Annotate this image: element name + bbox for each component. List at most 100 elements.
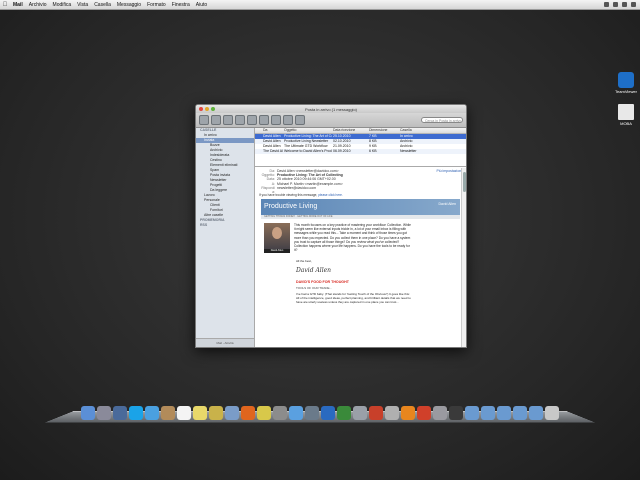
trash-icon[interactable] (545, 406, 559, 420)
forward-button[interactable] (259, 115, 269, 125)
firefox-icon[interactable] (241, 406, 255, 420)
menu-item-messaggio[interactable]: Messaggio (114, 2, 144, 8)
menu-bar:  MailArchivioModificaVistaCasellaMessag… (0, 0, 640, 10)
message-row[interactable]: The David Allen Co.Welcome to David Alle… (255, 149, 466, 154)
new-message-button[interactable] (271, 115, 281, 125)
safari-icon[interactable] (145, 406, 159, 420)
photoshop-icon[interactable] (321, 406, 335, 420)
mail-window: Posta in arrivo (1 messaggio) Cerca in P… (195, 104, 467, 348)
david-allen-logo[interactable]: David Allen (438, 202, 456, 206)
message-cell (255, 149, 262, 154)
wifi-icon[interactable] (604, 2, 609, 7)
junk-button[interactable] (223, 115, 233, 125)
desktop-folder-icon[interactable] (513, 406, 527, 420)
section-subheading: TOOLS OF OUR TRADE... (296, 285, 333, 290)
mail-icon[interactable] (225, 406, 239, 420)
header-details-link[interactable]: Più impostazioni (437, 169, 462, 173)
message-cell (430, 149, 451, 154)
volume-icon[interactable] (613, 2, 618, 7)
search-input[interactable]: Cerca in Posta in arrivo (421, 117, 463, 123)
reply-all-button[interactable] (247, 115, 257, 125)
iphoto-icon[interactable] (305, 406, 319, 420)
notice-link[interactable]: please click here. (318, 193, 343, 197)
photo-caption: David Allen (264, 248, 290, 253)
newsletter-title: Productive Living (264, 202, 318, 210)
newsletter-intro: This month focuses on a key practice of … (294, 222, 411, 253)
skype-icon[interactable] (129, 406, 143, 420)
status-tray (604, 2, 640, 7)
address-book-icon[interactable] (161, 406, 175, 420)
system-preferences-icon[interactable] (273, 406, 287, 420)
title-bar[interactable]: Posta in arrivo (1 messaggio) (196, 105, 466, 113)
column-header[interactable]: Data ricezione (332, 128, 355, 133)
desktop-icon-label: TeamViewer (615, 89, 637, 94)
launchpad-icon[interactable] (97, 406, 111, 420)
applications-folder-icon[interactable] (465, 406, 479, 420)
menu-item-archivio[interactable]: Archivio (26, 2, 50, 8)
preview-icon[interactable] (353, 406, 367, 420)
spotlight-icon[interactable] (631, 2, 636, 7)
menu-item-casella[interactable]: Casella (91, 2, 114, 8)
grab-icon[interactable] (433, 406, 447, 420)
todo-button[interactable] (295, 115, 305, 125)
teamviewer-icon (618, 72, 634, 88)
dreamweaver-icon[interactable] (337, 406, 351, 420)
mission-control-icon[interactable] (113, 406, 127, 420)
itunes-icon[interactable] (289, 406, 303, 420)
reply-button[interactable] (235, 115, 245, 125)
newsletter-body: Productive Living David Allen GETTING TH… (261, 198, 460, 343)
chrome-icon[interactable] (257, 406, 271, 420)
vlc-icon[interactable] (401, 406, 415, 420)
author-photo: David Allen (264, 222, 290, 253)
message-list: Da Oggetto Data ricezione Dimensione Casella… (255, 128, 466, 167)
downloads-folder-icon[interactable] (497, 406, 511, 420)
column-header[interactable] (430, 128, 451, 133)
signature: David Allen (296, 266, 332, 274)
column-header[interactable]: Da (262, 128, 283, 133)
toolbar: Cerca in Posta in arrivo (196, 113, 466, 128)
column-header[interactable]: Dimensione (368, 128, 399, 133)
sidebar-section-header[interactable]: RSS (196, 223, 254, 228)
message-scrollbar[interactable] (461, 168, 466, 347)
message-cell: Newsletter (400, 149, 417, 153)
column-header[interactable] (355, 128, 368, 133)
message-cell: The David Allen Co. (263, 149, 283, 153)
newsletter-banner: Productive Living David Allen (261, 198, 460, 215)
desktop-icon-teamviewer[interactable]: TeamViewer (613, 72, 639, 94)
filezilla-icon[interactable] (417, 406, 431, 420)
delete-button[interactable] (211, 115, 221, 125)
stickies-icon[interactable] (209, 406, 223, 420)
automator-icon[interactable] (385, 406, 399, 420)
flash-icon[interactable] (369, 406, 383, 420)
reply-to-label: Rispondi a: (261, 185, 275, 194)
menu-item-vista[interactable]: Vista (74, 2, 91, 8)
stack-folder-icon[interactable] (529, 406, 543, 420)
message-cell: 6 KB (369, 149, 377, 153)
documents-folder-icon[interactable] (481, 406, 495, 420)
apple-icon[interactable]:  (0, 2, 10, 8)
menu-item-finestra[interactable]: Finestra (169, 2, 193, 8)
terminal-icon[interactable] (449, 406, 463, 420)
note-button[interactable] (283, 115, 293, 125)
notes-icon[interactable] (193, 406, 207, 420)
battery-icon[interactable] (622, 2, 627, 7)
sidebar-footer: Mail - Attività (196, 338, 254, 347)
column-header[interactable]: Casella (399, 128, 430, 133)
reply-to-value[interactable]: newsletter@davidco.com (277, 186, 316, 190)
menu-item-mail[interactable]: Mail (10, 2, 26, 8)
column-header[interactable] (255, 128, 262, 133)
message-cell: 06.09.2010 (333, 149, 351, 153)
menu-item-modifica[interactable]: Modifica (50, 2, 75, 8)
column-header[interactable]: Oggetto (283, 128, 332, 133)
finder-icon[interactable] (81, 406, 95, 420)
notice-text: If you have trouble viewing this message… (259, 192, 318, 197)
menu-item-aiuto[interactable]: Aiuto (193, 2, 210, 8)
message-header: Da: David Allen <newsletter@davidco.com> … (255, 167, 466, 194)
calendar-icon[interactable] (177, 406, 191, 420)
get-mail-button[interactable] (199, 115, 209, 125)
section-heading: DAVID'S FOOD FOR THOUGHT (296, 279, 349, 284)
desktop-icon-moba[interactable]: MOBA (613, 104, 639, 126)
dock (70, 396, 570, 420)
menu-item-formato[interactable]: Formato (144, 2, 169, 8)
main-pane: Da Oggetto Data ricezione Dimensione Casella… (255, 128, 466, 347)
